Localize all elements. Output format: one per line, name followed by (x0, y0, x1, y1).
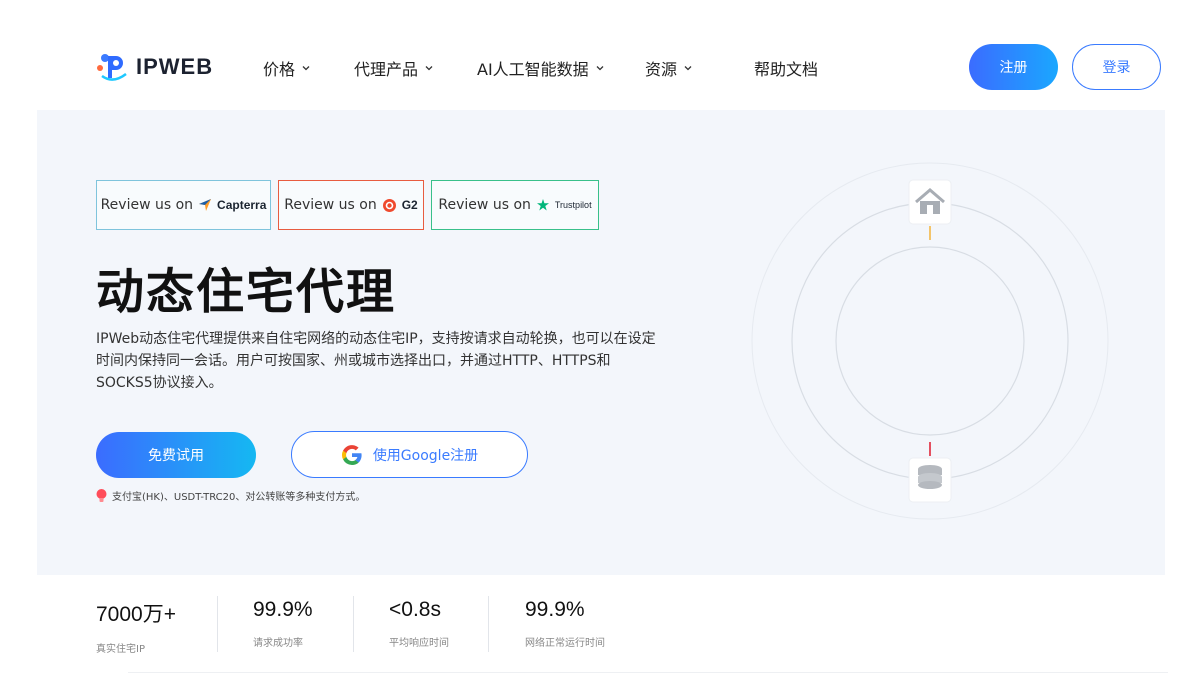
stat-response-time: <0.8s 平均响应时间 (389, 598, 449, 649)
google-signup-button[interactable]: 使用Google注册 (291, 431, 528, 478)
google-signup-label: 使用Google注册 (372, 447, 479, 464)
payment-note-text: 支付宝(HK)、USDT-TRC20、对公转账等多种支付方式。 (112, 492, 366, 503)
review-brand: Capterra (217, 198, 267, 212)
nav-item-label: 价格 (263, 60, 296, 79)
register-button[interactable]: 注册 (969, 44, 1058, 90)
nav-item-label: 资源 (645, 60, 678, 79)
stat-divider (488, 596, 489, 652)
site-header: IPWEB 价格 代理产品 AI人工智能数据 资源 帮助文档 注册 登录 (0, 0, 1204, 110)
stat-value: 7000万+ (96, 603, 176, 626)
proxy-network-illustration (751, 162, 1109, 520)
chevron-down-icon (425, 66, 433, 71)
review-brand: Trustpilot (554, 200, 592, 210)
page: IPWEB 价格 代理产品 AI人工智能数据 资源 帮助文档 注册 登录 Rev… (0, 0, 1204, 685)
stat-success-rate: 99.9% 请求成功率 (253, 598, 313, 649)
nav-item-help-docs[interactable]: 帮助文档 (754, 56, 818, 80)
review-prefix: Review us on (438, 197, 531, 213)
chevron-down-icon (684, 66, 692, 71)
ipweb-logo-icon (97, 54, 127, 81)
stat-divider (217, 596, 218, 652)
stat-label: 平均响应时间 (389, 638, 449, 649)
logo-text: IPWEB (136, 54, 214, 79)
stat-uptime: 99.9% 网络正常运行时间 (525, 598, 605, 649)
lightbulb-icon (96, 488, 107, 502)
stat-value: 99.9% (253, 598, 313, 621)
g2-icon (382, 198, 396, 212)
stat-residential-ips: 7000万+ 真实住宅IP (96, 598, 176, 655)
stat-label: 真实住宅IP (96, 644, 145, 655)
nav-item-label: 帮助文档 (754, 60, 819, 79)
hero-description: IPWeb动态住宅代理提供来自住宅网络的动态住宅IP，支持按请求自动轮换，也可以… (96, 331, 656, 391)
chevron-down-icon (302, 66, 310, 71)
google-icon (341, 444, 362, 465)
review-capterra-link[interactable]: Review us on Capterra (96, 180, 271, 230)
house-icon (908, 179, 952, 225)
nav-item-resources[interactable]: 资源 (645, 56, 693, 80)
nav-item-proxy-products[interactable]: 代理产品 (354, 56, 434, 80)
stat-value: <0.8s (389, 598, 441, 621)
free-trial-button[interactable]: 免费试用 (96, 432, 256, 478)
page-title: 动态住宅代理 (96, 264, 397, 320)
capterra-icon (199, 199, 212, 211)
hero-section: Review us on Capterra Review us on G2 Re… (37, 110, 1165, 575)
payment-note: 支付宝(HK)、USDT-TRC20、对公转账等多种支付方式。 (96, 488, 365, 503)
nav-item-ai-data[interactable]: AI人工智能数据 (477, 56, 605, 80)
stat-label: 请求成功率 (253, 638, 303, 649)
review-prefix: Review us on (100, 197, 194, 213)
login-button[interactable]: 登录 (1072, 44, 1161, 90)
stat-label: 网络正常运行时间 (525, 638, 605, 649)
review-prefix: Review us on (284, 197, 377, 213)
review-g2-link[interactable]: Review us on G2 (278, 180, 424, 230)
nav-item-pricing[interactable]: 价格 (263, 56, 311, 80)
review-brand: G2 (401, 198, 418, 212)
chevron-down-icon (596, 66, 604, 71)
logo[interactable]: IPWEB (96, 50, 213, 84)
stat-value: 99.9% (525, 598, 585, 621)
stat-divider (353, 596, 354, 652)
divider (128, 672, 1168, 673)
nav-item-label: 代理产品 (354, 60, 419, 79)
nav-item-label: AI人工智能数据 (477, 60, 589, 79)
database-icon (908, 457, 952, 503)
review-trustpilot-link[interactable]: Review us on Trustpilot (431, 180, 599, 230)
star-icon (536, 199, 549, 211)
